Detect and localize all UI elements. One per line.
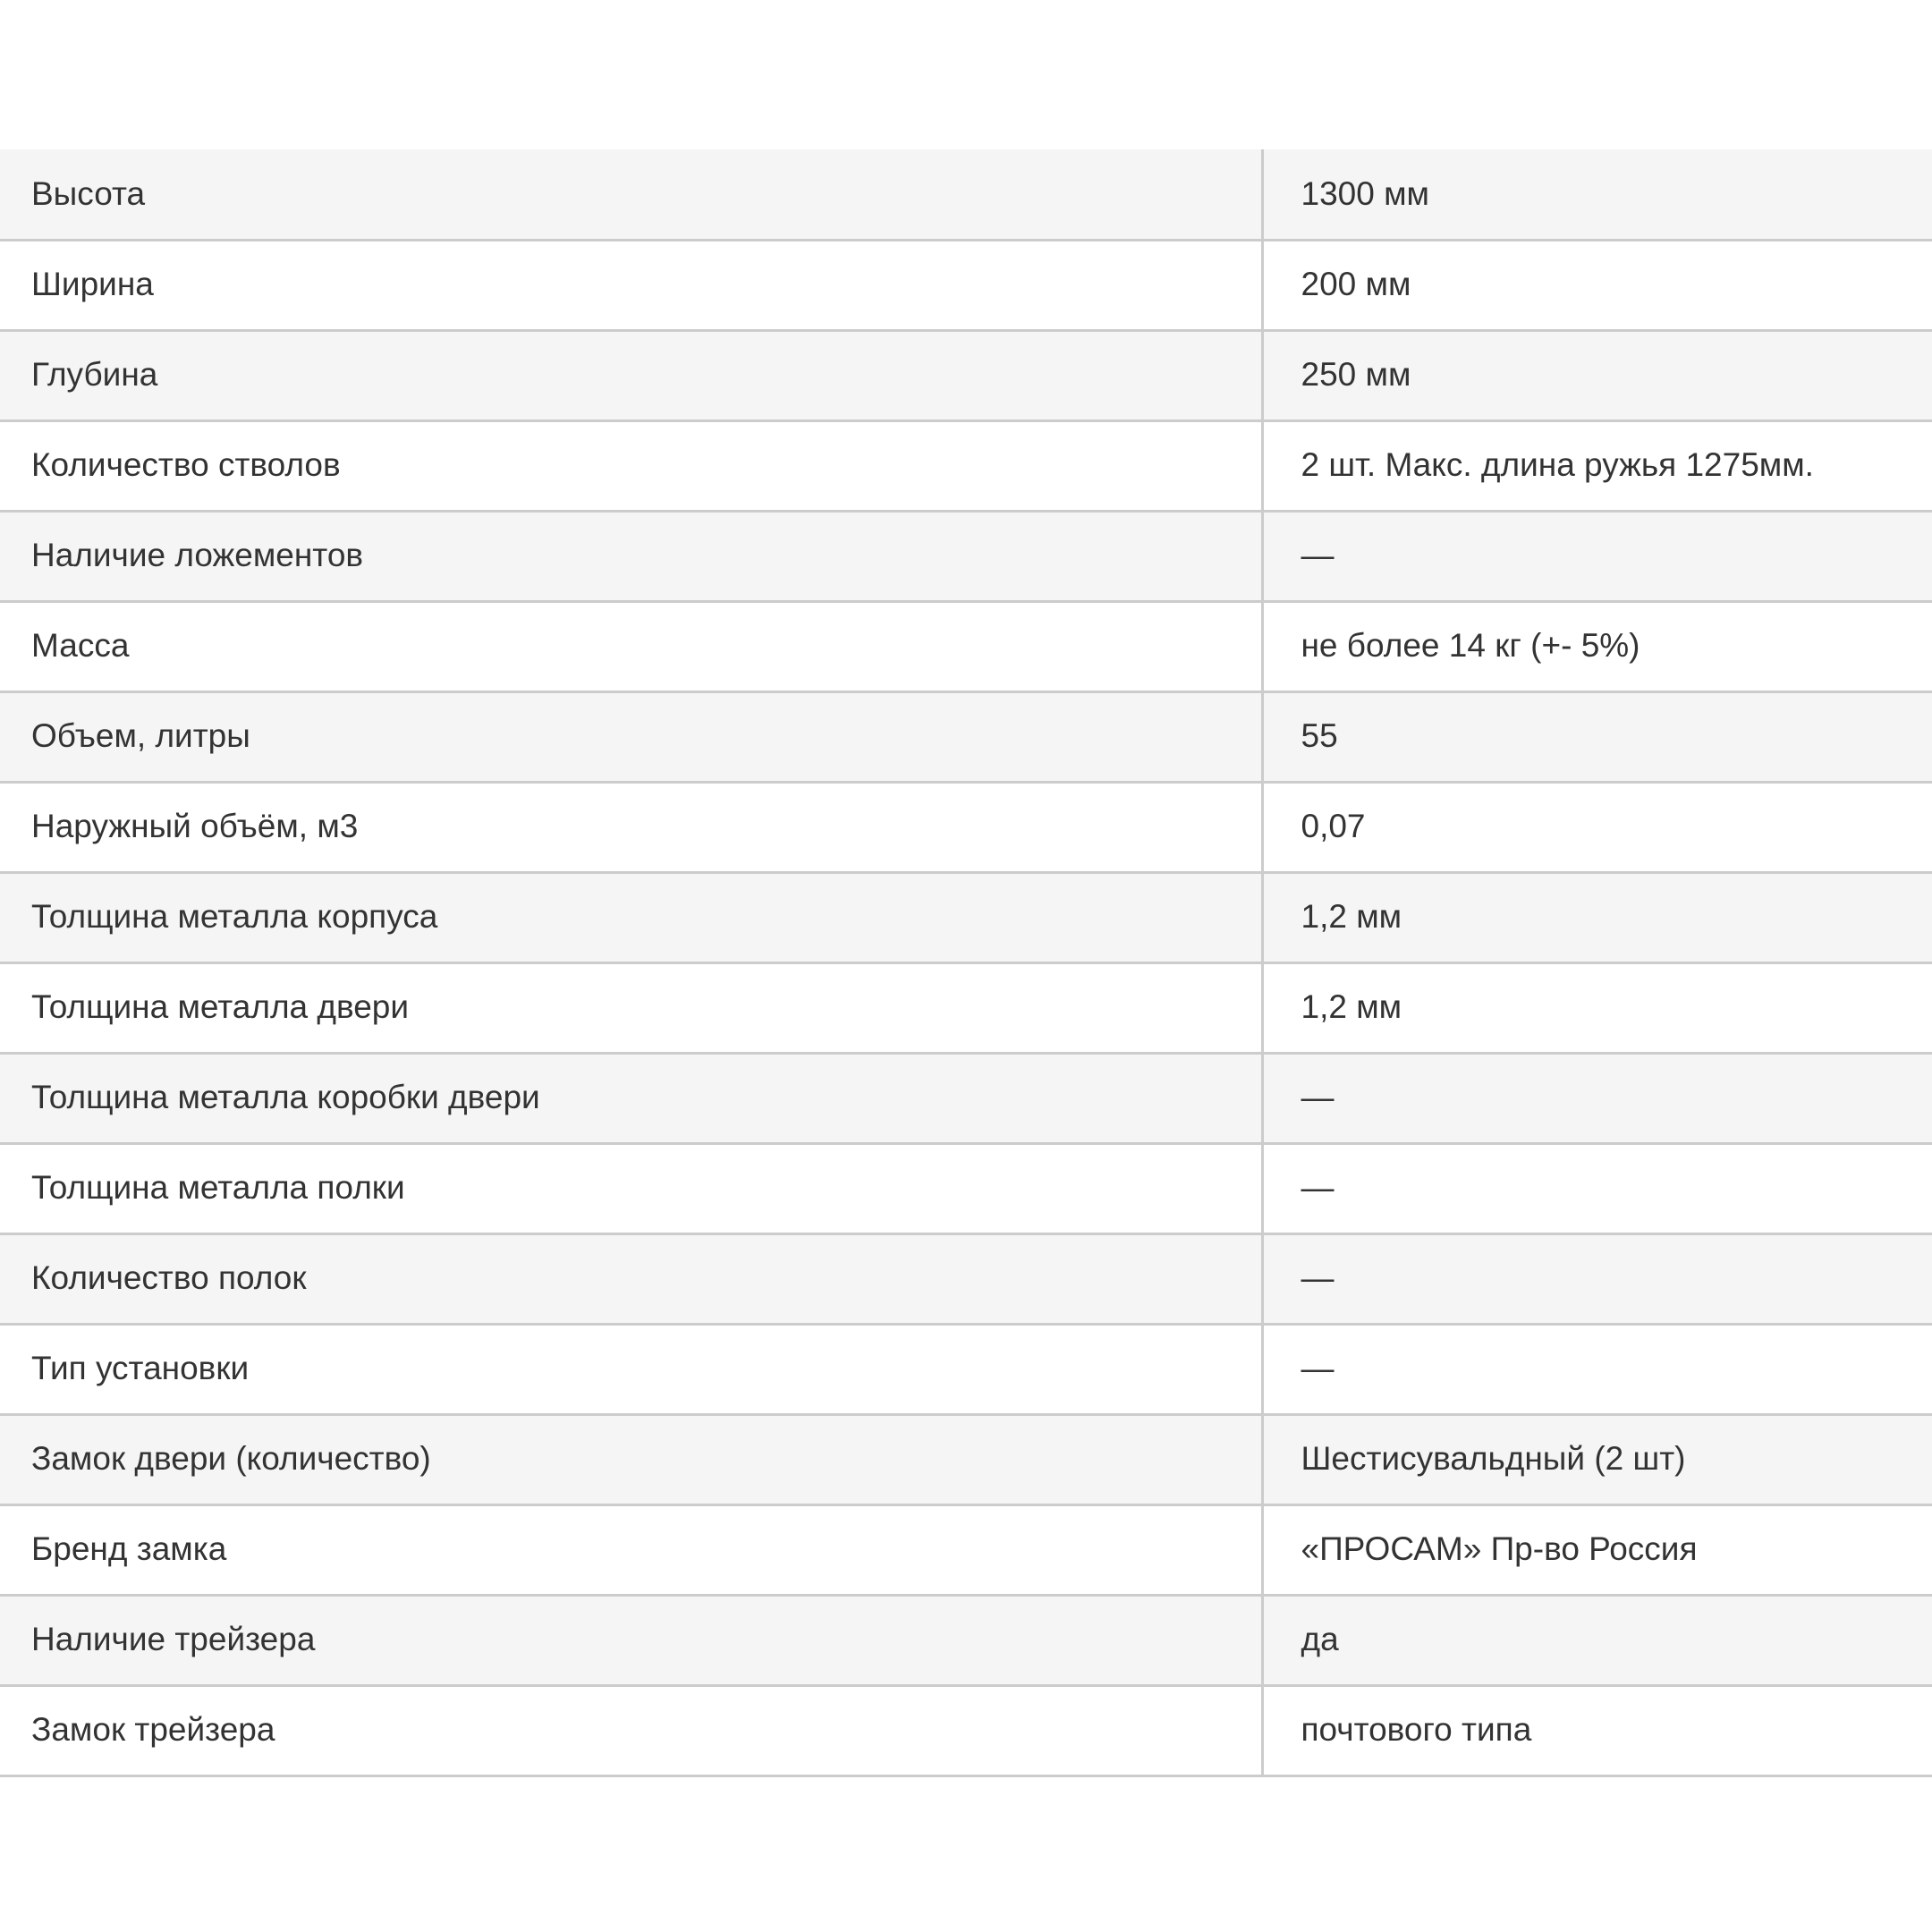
- spec-label: Бренд замка: [0, 1504, 1262, 1595]
- spec-label: Толщина металла корпуса: [0, 872, 1262, 962]
- table-row: Высота 1300 мм: [0, 149, 1932, 240]
- page: { "theme": { "page_bg": "#ffffff", "row_…: [0, 0, 1932, 1932]
- spec-value: да: [1262, 1595, 1932, 1685]
- table-row: Замок двери (количество) Шестисувальдный…: [0, 1414, 1932, 1504]
- spec-value: 250 мм: [1262, 330, 1932, 420]
- specifications-table: Высота 1300 мм Ширина 200 мм Глубина 250…: [0, 149, 1932, 1777]
- spec-label: Наличие ложементов: [0, 511, 1262, 601]
- spec-value: 1300 мм: [1262, 149, 1932, 240]
- table-row: Тип установки —: [0, 1324, 1932, 1414]
- spec-value: 0,07: [1262, 782, 1932, 872]
- table-row: Масса не более 14 кг (+- 5%): [0, 601, 1932, 691]
- specifications-section: Высота 1300 мм Ширина 200 мм Глубина 250…: [0, 149, 1932, 1777]
- spec-label: Тип установки: [0, 1324, 1262, 1414]
- table-row: Ширина 200 мм: [0, 240, 1932, 330]
- spec-value: 55: [1262, 691, 1932, 782]
- spec-table-body: Высота 1300 мм Ширина 200 мм Глубина 250…: [0, 149, 1932, 1775]
- spec-value: 1,2 мм: [1262, 872, 1932, 962]
- spec-label: Объем, литры: [0, 691, 1262, 782]
- table-row: Глубина 250 мм: [0, 330, 1932, 420]
- spec-label: Наличие трейзера: [0, 1595, 1262, 1685]
- spec-label: Масса: [0, 601, 1262, 691]
- table-row: Толщина металла двери 1,2 мм: [0, 962, 1932, 1053]
- spec-label: Ширина: [0, 240, 1262, 330]
- table-row: Количество стволов 2 шт. Макс. длина руж…: [0, 420, 1932, 511]
- spec-label: Толщина металла двери: [0, 962, 1262, 1053]
- table-row: Бренд замка «ПРОСАМ» Пр-во Россия: [0, 1504, 1932, 1595]
- table-row: Наличие ложементов —: [0, 511, 1932, 601]
- spec-value: «ПРОСАМ» Пр-во Россия: [1262, 1504, 1932, 1595]
- spec-value: —: [1262, 1053, 1932, 1143]
- spec-label: Толщина металла коробки двери: [0, 1053, 1262, 1143]
- spec-value: не более 14 кг (+- 5%): [1262, 601, 1932, 691]
- spec-value: 200 мм: [1262, 240, 1932, 330]
- spec-label: Замок трейзера: [0, 1685, 1262, 1775]
- spec-value: —: [1262, 511, 1932, 601]
- table-row: Наружный объём, м3 0,07: [0, 782, 1932, 872]
- spec-value: —: [1262, 1324, 1932, 1414]
- spec-label: Количество полок: [0, 1233, 1262, 1324]
- spec-value: Шестисувальдный (2 шт): [1262, 1414, 1932, 1504]
- table-row: Толщина металла коробки двери —: [0, 1053, 1932, 1143]
- table-row: Замок трейзера почтового типа: [0, 1685, 1932, 1775]
- spec-label: Глубина: [0, 330, 1262, 420]
- spec-value: почтового типа: [1262, 1685, 1932, 1775]
- table-row: Объем, литры 55: [0, 691, 1932, 782]
- table-row: Наличие трейзера да: [0, 1595, 1932, 1685]
- spec-label: Толщина металла полки: [0, 1143, 1262, 1233]
- table-row: Количество полок —: [0, 1233, 1932, 1324]
- spec-value: —: [1262, 1233, 1932, 1324]
- spec-label: Наружный объём, м3: [0, 782, 1262, 872]
- spec-label: Замок двери (количество): [0, 1414, 1262, 1504]
- spec-value: 2 шт. Макс. длина ружья 1275мм.: [1262, 420, 1932, 511]
- table-row: Толщина металла корпуса 1,2 мм: [0, 872, 1932, 962]
- table-row: Толщина металла полки —: [0, 1143, 1932, 1233]
- spec-value: 1,2 мм: [1262, 962, 1932, 1053]
- spec-value: —: [1262, 1143, 1932, 1233]
- spec-label: Высота: [0, 149, 1262, 240]
- spec-label: Количество стволов: [0, 420, 1262, 511]
